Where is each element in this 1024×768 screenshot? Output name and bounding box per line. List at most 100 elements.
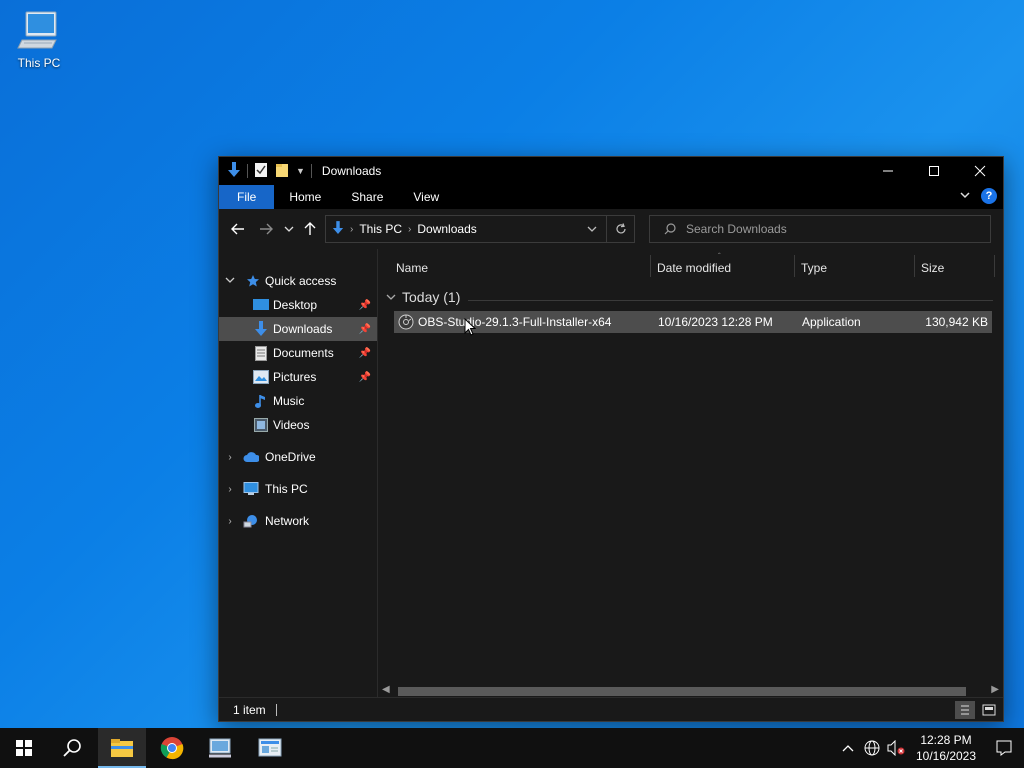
expand-chevron-icon[interactable]: › <box>225 516 235 527</box>
nav-item-label: Network <box>265 514 310 528</box>
file-explorer-icon <box>111 739 133 757</box>
pictures-icon <box>253 369 269 385</box>
scroll-left-icon[interactable]: ◀ <box>382 684 390 695</box>
network-settings-icon <box>258 738 282 757</box>
status-separator <box>275 703 277 716</box>
taskbar-chrome[interactable] <box>148 728 196 768</box>
network-status-button[interactable] <box>860 728 884 768</box>
download-arrow-icon <box>253 321 269 337</box>
show-hidden-icons-button[interactable] <box>836 728 860 768</box>
column-headers: Name ˆ Date modified Type Size <box>378 249 1003 279</box>
column-header-name[interactable]: Name <box>396 261 428 275</box>
column-divider[interactable] <box>794 255 795 277</box>
action-center-button[interactable] <box>984 740 1024 756</box>
breadcrumb-downloads[interactable]: Downloads <box>417 222 476 236</box>
column-divider[interactable] <box>914 255 915 277</box>
scroll-right-icon[interactable]: ▶ <box>991 684 999 695</box>
details-view-icon <box>961 705 969 715</box>
breadcrumb-separator-icon[interactable]: › <box>408 224 411 235</box>
arrow-up-icon <box>304 222 316 235</box>
title-bar[interactable]: ▼ Downloads <box>219 157 1003 185</box>
column-header-size[interactable]: Size <box>921 261 944 275</box>
globe-icon <box>864 740 880 756</box>
tab-share[interactable]: Share <box>336 185 398 209</box>
tab-home[interactable]: Home <box>274 185 336 209</box>
title-separator <box>310 164 312 178</box>
recent-locations-button[interactable] <box>280 215 298 243</box>
chevron-down-icon[interactable]: ▼ <box>296 166 305 176</box>
expand-chevron-icon[interactable]: › <box>225 484 235 495</box>
pin-icon: 📌 <box>358 371 371 383</box>
nav-item-desktop[interactable]: Desktop 📌 <box>219 293 377 317</box>
desktop-icon-label: This PC <box>17 56 61 70</box>
breadcrumb-separator-icon[interactable]: › <box>350 224 353 235</box>
column-header-type[interactable]: Type <box>801 261 827 275</box>
nav-item-music[interactable]: Music <box>219 389 377 413</box>
back-button[interactable] <box>224 215 252 243</box>
refresh-button[interactable] <box>606 216 634 242</box>
taskbar-control-panel[interactable] <box>196 728 244 768</box>
address-bar[interactable]: › This PC › Downloads <box>325 215 635 243</box>
taskbar-search-button[interactable] <box>48 728 96 768</box>
start-icon <box>16 740 32 756</box>
music-note-icon <box>253 393 269 409</box>
address-history-dropdown[interactable] <box>578 225 606 233</box>
up-button[interactable] <box>298 215 322 243</box>
collapse-chevron-icon[interactable] <box>225 276 235 287</box>
close-button[interactable] <box>957 157 1003 185</box>
file-explorer-window: ▼ Downloads File Home Share View ? › Thi… <box>218 156 1004 722</box>
breadcrumb-this-pc[interactable]: This PC <box>359 222 402 236</box>
column-header-date-modified[interactable]: Date modified <box>657 261 731 275</box>
document-icon <box>253 345 269 361</box>
search-box[interactable] <box>649 215 991 243</box>
nav-item-videos[interactable]: Videos <box>219 413 377 437</box>
nav-item-pictures[interactable]: Pictures 📌 <box>219 365 377 389</box>
forward-button[interactable] <box>252 215 280 243</box>
maximize-button[interactable] <box>911 157 957 185</box>
chevron-up-icon <box>842 745 854 752</box>
control-panel-icon <box>209 738 231 758</box>
mouse-cursor-icon <box>464 317 477 339</box>
file-size: 130,942 KB <box>925 315 988 329</box>
new-folder-icon[interactable] <box>274 162 290 181</box>
file-row[interactable]: OBS-Studio-29.1.3-Full-Installer-x64 10/… <box>394 311 992 333</box>
nav-item-downloads[interactable]: Downloads 📌 <box>219 317 377 341</box>
help-icon[interactable]: ? <box>981 188 997 204</box>
large-icons-view-icon <box>982 704 996 716</box>
scrollbar-thumb[interactable] <box>398 687 966 696</box>
column-divider[interactable] <box>650 255 651 277</box>
chevron-down-icon <box>587 226 597 232</box>
start-button[interactable] <box>0 728 48 768</box>
search-input[interactable] <box>686 222 986 236</box>
status-bar: 1 item <box>219 697 1003 721</box>
large-icons-view-button[interactable] <box>979 701 999 719</box>
sort-indicator-icon: ˆ <box>718 252 721 261</box>
file-name: OBS-Studio-29.1.3-Full-Installer-x64 <box>418 315 612 329</box>
properties-icon[interactable] <box>254 162 268 181</box>
expand-ribbon-icon[interactable] <box>959 189 971 203</box>
nav-item-network[interactable]: › Network <box>219 509 377 533</box>
nav-item-onedrive[interactable]: › OneDrive <box>219 445 377 469</box>
tab-view[interactable]: View <box>398 185 454 209</box>
nav-item-this-pc[interactable]: › This PC <box>219 477 377 501</box>
group-label: Today (1) <box>402 289 461 305</box>
nav-item-quick-access[interactable]: Quick access <box>219 269 377 293</box>
close-icon <box>974 165 986 177</box>
taskbar-clock[interactable]: 12:28 PM 10/16/2023 <box>908 732 984 764</box>
maximize-icon <box>929 166 939 176</box>
group-header-today[interactable]: Today (1) <box>386 289 460 305</box>
nav-item-documents[interactable]: Documents 📌 <box>219 341 377 365</box>
expand-chevron-icon[interactable]: › <box>225 452 235 463</box>
arrow-left-icon <box>231 223 244 235</box>
details-view-button[interactable] <box>955 701 975 719</box>
taskbar-network-settings[interactable] <box>246 728 294 768</box>
system-tray: 12:28 PM 10/16/2023 <box>836 728 1024 768</box>
taskbar-file-explorer[interactable] <box>98 728 146 768</box>
column-divider[interactable] <box>994 255 995 277</box>
minimize-button[interactable] <box>865 157 911 185</box>
nav-item-label: Desktop <box>273 298 318 312</box>
desktop-icon-this-pc[interactable]: This PC <box>10 8 68 70</box>
arrow-right-icon <box>260 223 273 235</box>
tab-file[interactable]: File <box>219 185 275 209</box>
volume-button[interactable] <box>884 728 908 768</box>
